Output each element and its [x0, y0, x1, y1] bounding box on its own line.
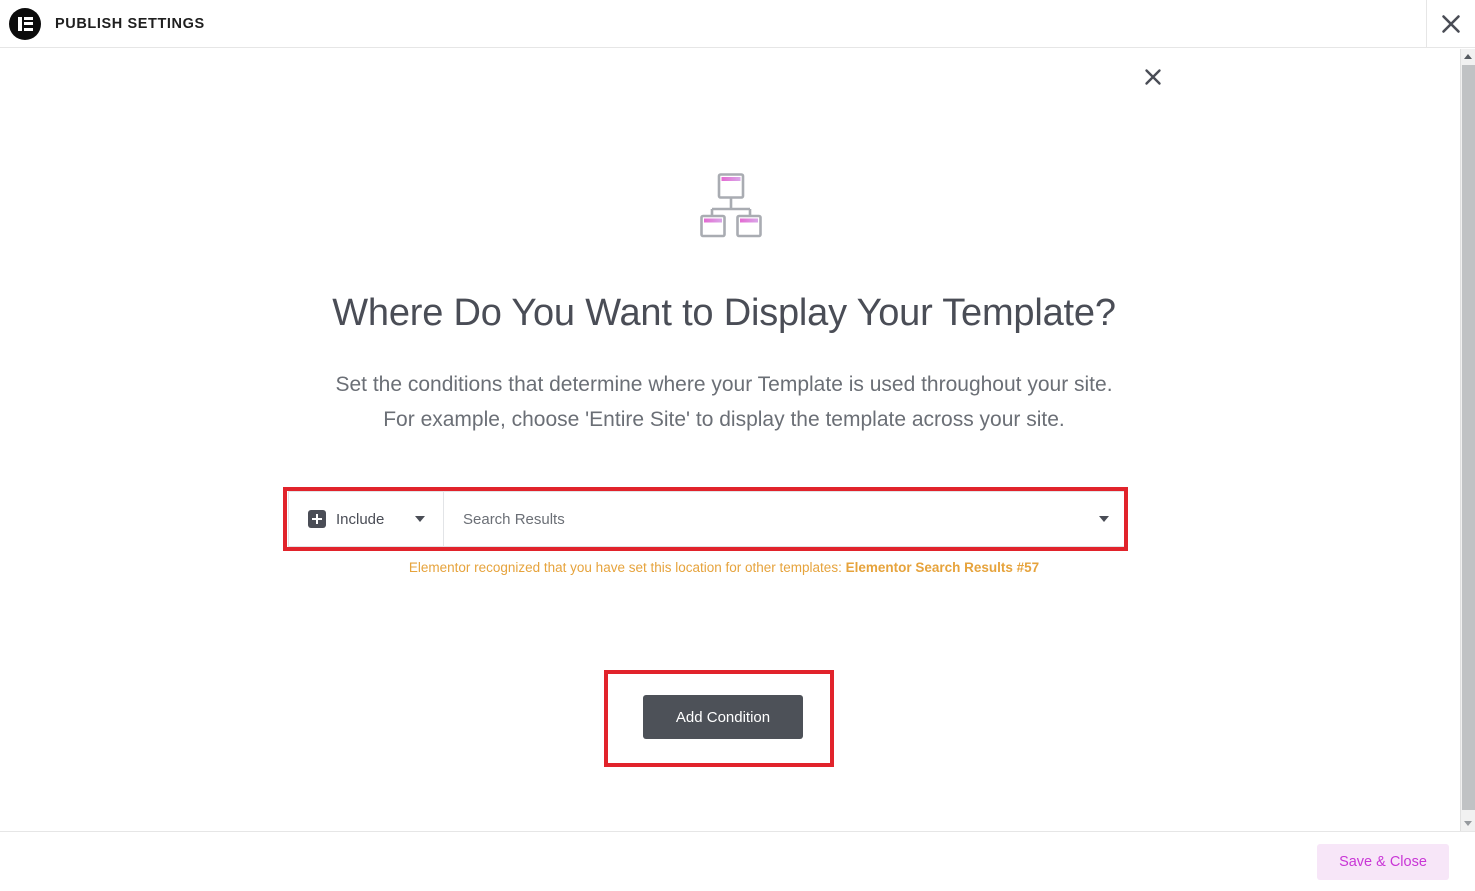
- condition-notice: Elementor recognized that you have set t…: [0, 560, 1448, 575]
- condition-field-group: Include Search Results: [288, 491, 1128, 547]
- sitemap-icon: [700, 173, 762, 238]
- remove-condition-button[interactable]: [1138, 62, 1168, 92]
- modal-content: Where Do You Want to Display Your Templa…: [0, 49, 1462, 830]
- vertical-scrollbar[interactable]: [1460, 49, 1475, 831]
- section-description: Set the conditions that determine where …: [0, 367, 1448, 437]
- condition-row: Include Search Results: [286, 490, 1162, 548]
- condition-type-select[interactable]: Include: [289, 492, 444, 546]
- description-line-2: For example, choose 'Entire Site' to dis…: [383, 408, 1065, 431]
- modal-header: PUBLISH SETTINGS: [0, 0, 1475, 48]
- publish-settings-modal: PUBLISH SETTINGS Where Do You Want to Di…: [0, 0, 1475, 891]
- condition-target-label: Search Results: [463, 510, 565, 528]
- modal-footer: Save & Close: [0, 831, 1475, 891]
- add-condition-button[interactable]: Add Condition: [643, 695, 803, 739]
- description-line-1: Set the conditions that determine where …: [335, 373, 1113, 396]
- elementor-logo-icon: [3, 0, 47, 48]
- header-right-group: [1426, 0, 1475, 48]
- save-and-close-button[interactable]: Save & Close: [1317, 844, 1449, 880]
- page-title: PUBLISH SETTINGS: [55, 15, 205, 32]
- section-heading: Where Do You Want to Display Your Templa…: [332, 292, 1116, 334]
- condition-target-select[interactable]: Search Results: [444, 492, 1127, 546]
- scrollbar-thumb[interactable]: [1462, 65, 1475, 810]
- notice-text: Elementor recognized that you have set t…: [408, 560, 846, 575]
- notice-template-link[interactable]: Elementor Search Results #57: [846, 560, 1040, 575]
- close-icon[interactable]: [1427, 0, 1475, 48]
- triangle-down-icon[interactable]: [1461, 816, 1475, 831]
- triangle-up-icon[interactable]: [1461, 49, 1475, 64]
- plus-square-icon: [308, 510, 326, 528]
- conditions-list: Include Search Results: [0, 490, 1448, 548]
- condition-type-label: Include: [336, 510, 385, 528]
- chevron-down-icon: [415, 516, 425, 522]
- chevron-down-icon: [1099, 516, 1109, 522]
